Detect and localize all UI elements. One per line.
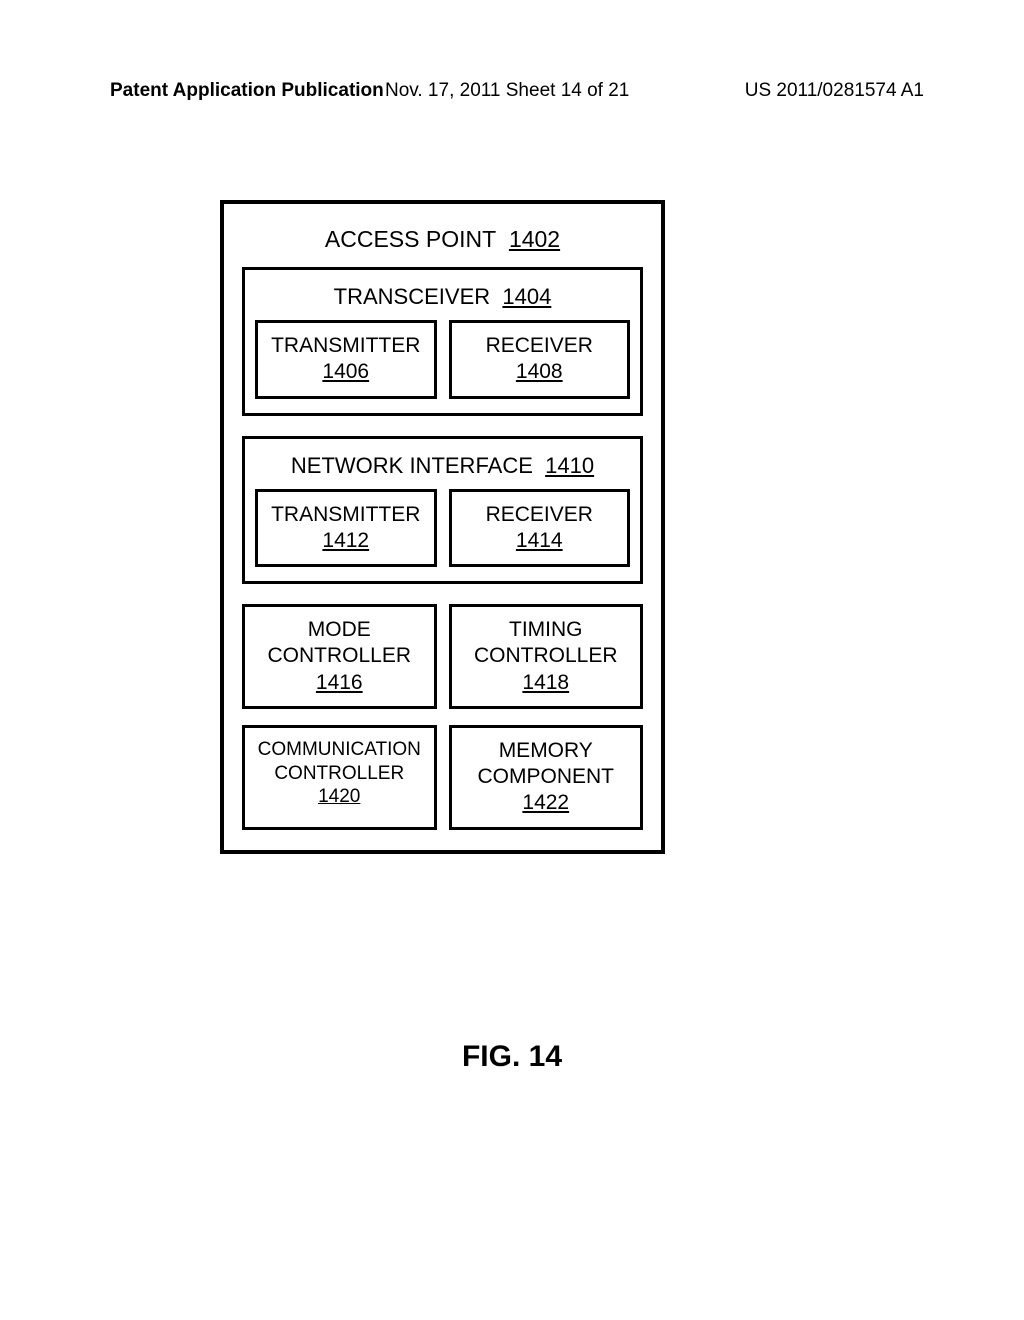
transceiver-title: TRANSCEIVER 1404	[255, 284, 630, 310]
memory-component-ref: 1422	[522, 791, 569, 814]
access-point-ref: 1402	[509, 226, 560, 252]
memory-component-block: MEMORY COMPONENT 1422	[449, 725, 644, 830]
mode-controller-l1: MODE	[308, 618, 371, 641]
receiver-1414-ref: 1414	[516, 529, 563, 552]
access-point-label: ACCESS POINT	[325, 226, 496, 252]
timing-controller-block: TIMING CONTROLLER 1418	[449, 604, 644, 709]
receiver-1408-label: RECEIVER	[486, 334, 593, 357]
transceiver-label: TRANSCEIVER	[334, 284, 490, 309]
transceiver-block: TRANSCEIVER 1404 TRANSMITTER 1406 RECEIV…	[242, 267, 643, 416]
timing-controller-l2: CONTROLLER	[474, 644, 618, 667]
receiver-1414: RECEIVER 1414	[449, 489, 631, 568]
network-interface-row: TRANSMITTER 1412 RECEIVER 1414	[255, 489, 630, 568]
memory-component-l1: MEMORY	[499, 739, 593, 762]
timing-controller-ref: 1418	[522, 671, 569, 694]
transmitter-1412: TRANSMITTER 1412	[255, 489, 437, 568]
memory-component-l2: COMPONENT	[478, 765, 615, 788]
communication-controller-ref: 1420	[318, 786, 360, 807]
controller-row-2: COMMUNICATION CONTROLLER 1420 MEMORY COM…	[242, 725, 643, 830]
receiver-1408: RECEIVER 1408	[449, 320, 631, 399]
figure-label: FIG. 14	[0, 1040, 1024, 1074]
communication-controller-block: COMMUNICATION CONTROLLER 1420	[242, 725, 437, 830]
receiver-1408-ref: 1408	[516, 360, 563, 383]
communication-controller-l2: CONTROLLER	[274, 763, 404, 784]
network-interface-ref: 1410	[545, 453, 594, 478]
controller-row-1: MODE CONTROLLER 1416 TIMING CONTROLLER 1…	[242, 604, 643, 709]
transmitter-1412-label: TRANSMITTER	[271, 503, 420, 526]
mode-controller-l2: CONTROLLER	[267, 644, 411, 667]
mode-controller-block: MODE CONTROLLER 1416	[242, 604, 437, 709]
communication-controller-l1: COMMUNICATION	[258, 739, 421, 760]
header-mid: Nov. 17, 2011 Sheet 14 of 21	[385, 80, 629, 102]
receiver-1414-label: RECEIVER	[486, 503, 593, 526]
timing-controller-l1: TIMING	[509, 618, 583, 641]
header-left: Patent Application Publication	[110, 80, 384, 102]
access-point-title: ACCESS POINT 1402	[242, 226, 643, 253]
network-interface-block: NETWORK INTERFACE 1410 TRANSMITTER 1412 …	[242, 436, 643, 585]
access-point-block: ACCESS POINT 1402 TRANSCEIVER 1404 TRANS…	[220, 200, 665, 854]
mode-controller-ref: 1416	[316, 671, 363, 694]
transmitter-1406-label: TRANSMITTER	[271, 334, 420, 357]
network-interface-label: NETWORK INTERFACE	[291, 453, 533, 478]
transceiver-ref: 1404	[502, 284, 551, 309]
page-header: Patent Application Publication Nov. 17, …	[110, 80, 924, 102]
transmitter-1406-ref: 1406	[322, 360, 369, 383]
transmitter-1412-ref: 1412	[322, 529, 369, 552]
transceiver-row: TRANSMITTER 1406 RECEIVER 1408	[255, 320, 630, 399]
transmitter-1406: TRANSMITTER 1406	[255, 320, 437, 399]
network-interface-title: NETWORK INTERFACE 1410	[255, 453, 630, 479]
header-right: US 2011/0281574 A1	[745, 80, 924, 102]
